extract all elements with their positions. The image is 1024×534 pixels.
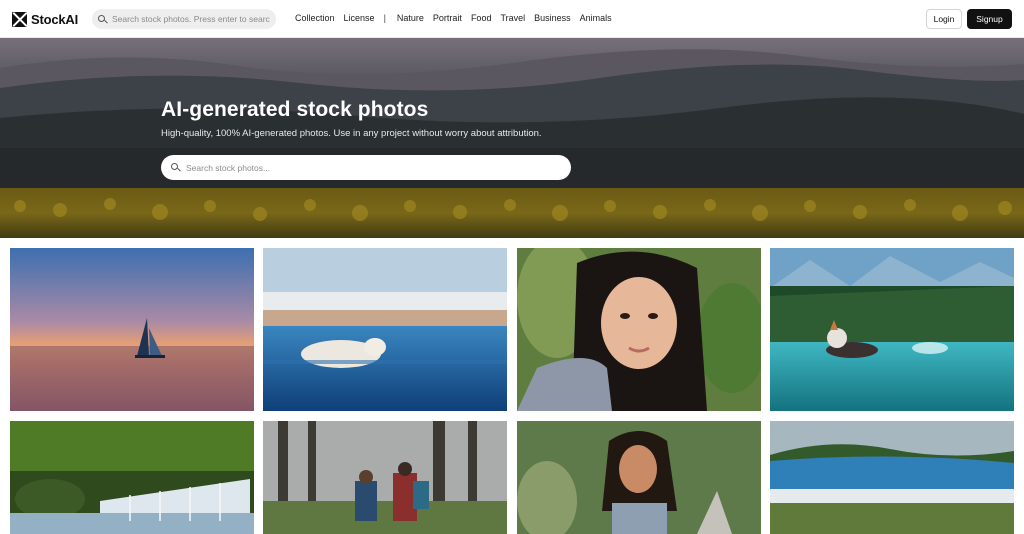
photo-sailboat-sunset[interactable]	[10, 248, 254, 411]
logo[interactable]: StockAI	[12, 11, 78, 27]
header-search-input[interactable]	[112, 14, 270, 24]
nav-item-animals[interactable]: Animals	[580, 13, 612, 23]
signup-button[interactable]: Signup	[967, 9, 1012, 29]
brand-name: StockAI	[31, 11, 79, 27]
top-navigation-bar: StockAI Collection License | Nature Port…	[0, 0, 1024, 38]
nav-item-collection[interactable]: Collection	[295, 13, 335, 23]
nav-item-portrait[interactable]: Portrait	[433, 13, 462, 23]
main-nav: Collection License | Nature Portrait Foo…	[295, 13, 621, 23]
photo-waterfall-forest[interactable]	[10, 421, 254, 534]
header-search-box[interactable]	[92, 9, 276, 29]
login-button[interactable]: Login	[926, 9, 962, 29]
stockai-logo-icon	[12, 11, 27, 27]
photo-woman-portrait-forest[interactable]	[517, 248, 761, 411]
photo-lake-valley-mist[interactable]	[770, 421, 1014, 534]
nav-item-license[interactable]: License	[344, 13, 375, 23]
search-icon	[98, 14, 107, 24]
nav-item-nature[interactable]: Nature	[397, 13, 424, 23]
search-icon	[171, 163, 180, 172]
nav-item-travel[interactable]: Travel	[500, 13, 525, 23]
hero-search-input[interactable]	[186, 162, 556, 173]
hero-subtitle: High-quality, 100% AI-generated photos. …	[161, 128, 542, 139]
hero-banner: AI-generated stock photos High-quality, …	[0, 38, 1024, 238]
nav-item-food[interactable]: Food	[471, 13, 492, 23]
photo-polar-bear-swimming[interactable]	[263, 248, 507, 411]
nav-item-business[interactable]: Business	[534, 13, 571, 23]
nav-separator: |	[383, 13, 386, 23]
photo-dog-lake[interactable]	[770, 248, 1014, 411]
photo-woman-portrait-nature[interactable]	[517, 421, 761, 534]
photo-couple-hiking-forest[interactable]	[263, 421, 507, 534]
hero-title: AI-generated stock photos	[161, 98, 429, 121]
hero-search-box[interactable]	[161, 155, 571, 180]
